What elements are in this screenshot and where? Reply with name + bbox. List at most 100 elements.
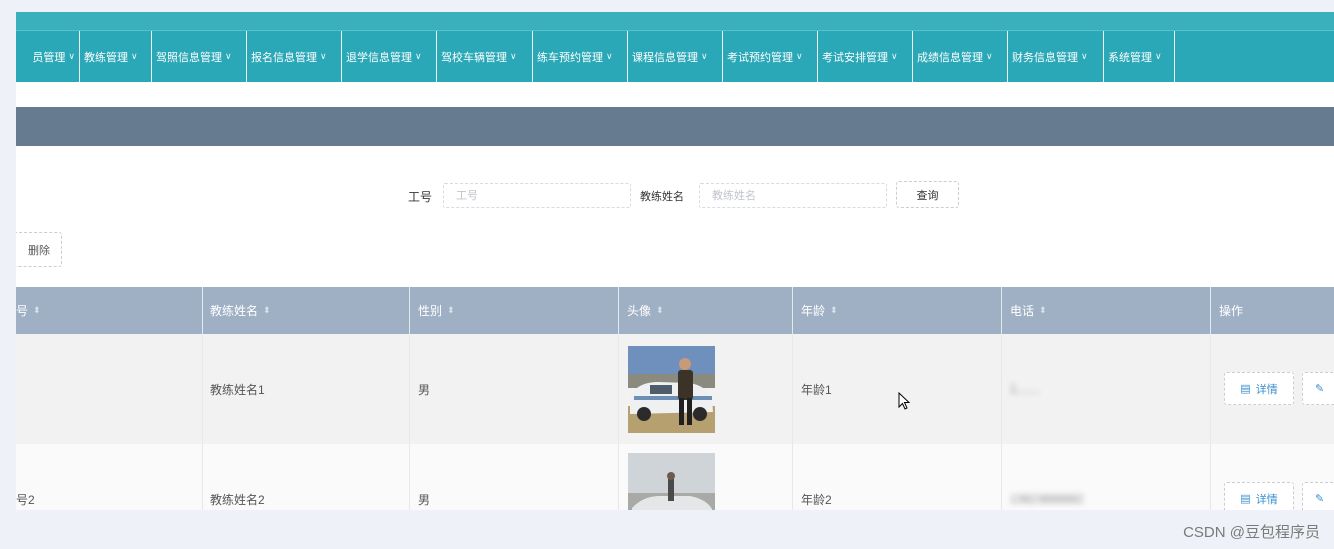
cell-age: 年龄1 <box>793 334 1002 444</box>
employee-id-input[interactable] <box>443 183 631 208</box>
edit-button[interactable]: ✎ <box>1302 482 1334 510</box>
nav-item-label: 驾校车辆管理 <box>441 51 507 64</box>
coach-name-label: 教练姓名 <box>640 191 684 203</box>
chevron-down-icon: ∨ <box>415 51 422 61</box>
nav-item-label: 驾照信息管理 <box>156 51 222 64</box>
chevron-down-icon: ∨ <box>510 51 517 61</box>
column-header-actions: 操作 <box>1211 287 1334 334</box>
column-header-gender[interactable]: 性别 ⬍ <box>410 287 619 334</box>
cell-actions: ▤ 详情 ✎ <box>1211 444 1334 510</box>
detail-button[interactable]: ▤ 详情 <box>1224 372 1294 405</box>
nav-item-label: 系统管理 <box>1108 51 1152 64</box>
nav-item-label: 退学信息管理 <box>346 51 412 64</box>
chevron-down-icon: ∨ <box>320 51 327 61</box>
watermark: CSDN @豆包程序员 <box>1183 524 1320 541</box>
nav-item-label: 考试预约管理 <box>727 51 793 64</box>
detail-button[interactable]: ▤ 详情 <box>1224 482 1294 510</box>
column-header-name[interactable]: 教练姓名 ⬍ <box>203 287 410 334</box>
sort-icon[interactable]: ⬍ <box>447 306 455 315</box>
cell-age: 年龄2 <box>793 444 1002 510</box>
column-header-age[interactable]: 年龄 ⬍ <box>793 287 1002 334</box>
coach-name-input[interactable] <box>699 183 887 208</box>
sort-icon[interactable]: ⬍ <box>33 306 41 315</box>
nav-item-exam-booking[interactable]: 考试预约管理 ∨ <box>723 31 818 82</box>
sort-icon[interactable]: ⬍ <box>263 306 271 315</box>
column-label: 年龄 <box>801 304 826 318</box>
detail-label: 详情 <box>1255 493 1278 506</box>
nav-item-courses[interactable]: 课程信息管理 ∨ <box>628 31 723 82</box>
cell-name: 教练姓名2 <box>203 444 410 510</box>
cell-phone: 1....... <box>1002 334 1211 444</box>
coach-avatar-image[interactable] <box>628 453 715 510</box>
column-label: 性别 <box>418 304 443 318</box>
pencil-icon: ✎ <box>1315 383 1325 395</box>
document-icon: ▤ <box>1240 383 1251 395</box>
query-button[interactable]: 查询 <box>896 181 959 208</box>
cell-gender: 男 <box>410 444 619 510</box>
header-strip <box>16 12 1334 30</box>
pencil-icon: ✎ <box>1315 493 1325 505</box>
chevron-down-icon: ∨ <box>225 51 232 61</box>
document-icon: ▤ <box>1240 493 1251 505</box>
detail-label: 详情 <box>1255 383 1278 396</box>
app-page: 员管理 ∨ 教练管理 ∨ 驾照信息管理 ∨ 报名信息管理 ∨ 退学信息管理 ∨ 驾校车辆管… <box>16 12 1334 510</box>
nav-item-system[interactable]: 系统管理 ∨ <box>1104 31 1175 82</box>
nav-item-licenses[interactable]: 驾照信息管理 ∨ <box>152 31 247 82</box>
cell-avatar <box>619 334 793 444</box>
nav-item-exam-schedule[interactable]: 考试安排管理 ∨ <box>818 31 913 82</box>
nav-item-label: 财务信息管理 <box>1012 51 1078 64</box>
nav-item-label: 员管理 <box>32 51 66 64</box>
column-label: 头像 <box>627 304 652 318</box>
cell-gender: 男 <box>410 334 619 444</box>
top-nav-bar: 员管理 ∨ 教练管理 ∨ 驾照信息管理 ∨ 报名信息管理 ∨ 退学信息管理 ∨ 驾校车辆管… <box>16 30 1334 82</box>
mouse-cursor-icon <box>898 392 910 410</box>
nav-menu: 员管理 ∨ 教练管理 ∨ 驾照信息管理 ∨ 报名信息管理 ∨ 退学信息管理 ∨ 驾校车辆管… <box>16 31 1175 82</box>
sort-icon[interactable]: ⬍ <box>656 306 664 315</box>
nav-item-coaches[interactable]: 教练管理 ∨ <box>80 31 152 82</box>
nav-item-practice-booking[interactable]: 练车预约管理 ∨ <box>533 31 628 82</box>
chevron-down-icon: ∨ <box>1155 51 1162 61</box>
column-label: 号 <box>16 304 29 318</box>
column-label: 电话 <box>1010 304 1035 318</box>
nav-item-withdrawal[interactable]: 退学信息管理 ∨ <box>342 31 437 82</box>
table-header: 号 ⬍ 教练姓名 ⬍ 性别 ⬍ 头像 ⬍ 年龄 ⬍ 电话 ⬍ 操作 <box>16 287 1334 334</box>
cell-actions: ▤ 详情 ✎ <box>1211 334 1334 444</box>
nav-item-label: 课程信息管理 <box>632 51 698 64</box>
sort-icon[interactable]: ⬍ <box>1039 306 1047 315</box>
nav-item-vehicles[interactable]: 驾校车辆管理 ∨ <box>437 31 533 82</box>
chevron-down-icon: ∨ <box>701 51 708 61</box>
nav-item-enrollment[interactable]: 报名信息管理 ∨ <box>247 31 342 82</box>
chevron-down-icon: ∨ <box>891 51 898 61</box>
column-label: 教练姓名 <box>210 304 259 318</box>
nav-item-members[interactable]: 员管理 ∨ <box>16 31 80 82</box>
nav-item-label: 成绩信息管理 <box>917 51 983 64</box>
column-label: 操作 <box>1219 304 1244 318</box>
nav-item-finance[interactable]: 财务信息管理 ∨ <box>1008 31 1104 82</box>
chevron-down-icon: ∨ <box>606 51 613 61</box>
cell-id <box>16 334 203 444</box>
nav-item-label: 考试安排管理 <box>822 51 888 64</box>
coach-avatar-image[interactable] <box>628 345 715 433</box>
column-header-avatar[interactable]: 头像 ⬍ <box>619 287 793 334</box>
nav-item-label: 报名信息管理 <box>251 51 317 64</box>
chevron-down-icon: ∨ <box>986 51 993 61</box>
cell-id: 号2 <box>16 444 203 510</box>
phone-value: 13823888882 <box>1010 492 1084 506</box>
nav-item-scores[interactable]: 成绩信息管理 ∨ <box>913 31 1008 82</box>
column-header-phone[interactable]: 电话 ⬍ <box>1002 287 1211 334</box>
chevron-down-icon: ∨ <box>1081 51 1088 61</box>
nav-item-label: 练车预约管理 <box>537 51 603 64</box>
column-header-id[interactable]: 号 ⬍ <box>16 287 203 334</box>
delete-button[interactable]: 删除 <box>16 232 62 267</box>
breadcrumb-band <box>16 107 1334 146</box>
edit-button[interactable]: ✎ <box>1302 372 1334 405</box>
chevron-down-icon: ∨ <box>796 51 803 61</box>
nav-item-label: 教练管理 <box>84 51 128 64</box>
cell-name: 教练姓名1 <box>203 334 410 444</box>
cell-avatar <box>619 444 793 510</box>
employee-id-label: 工号 <box>408 190 433 204</box>
chevron-down-icon: ∨ <box>68 51 75 61</box>
sort-icon[interactable]: ⬍ <box>830 306 838 315</box>
cell-phone: 13823888882 <box>1002 444 1211 510</box>
phone-value: 1....... <box>1010 382 1041 396</box>
